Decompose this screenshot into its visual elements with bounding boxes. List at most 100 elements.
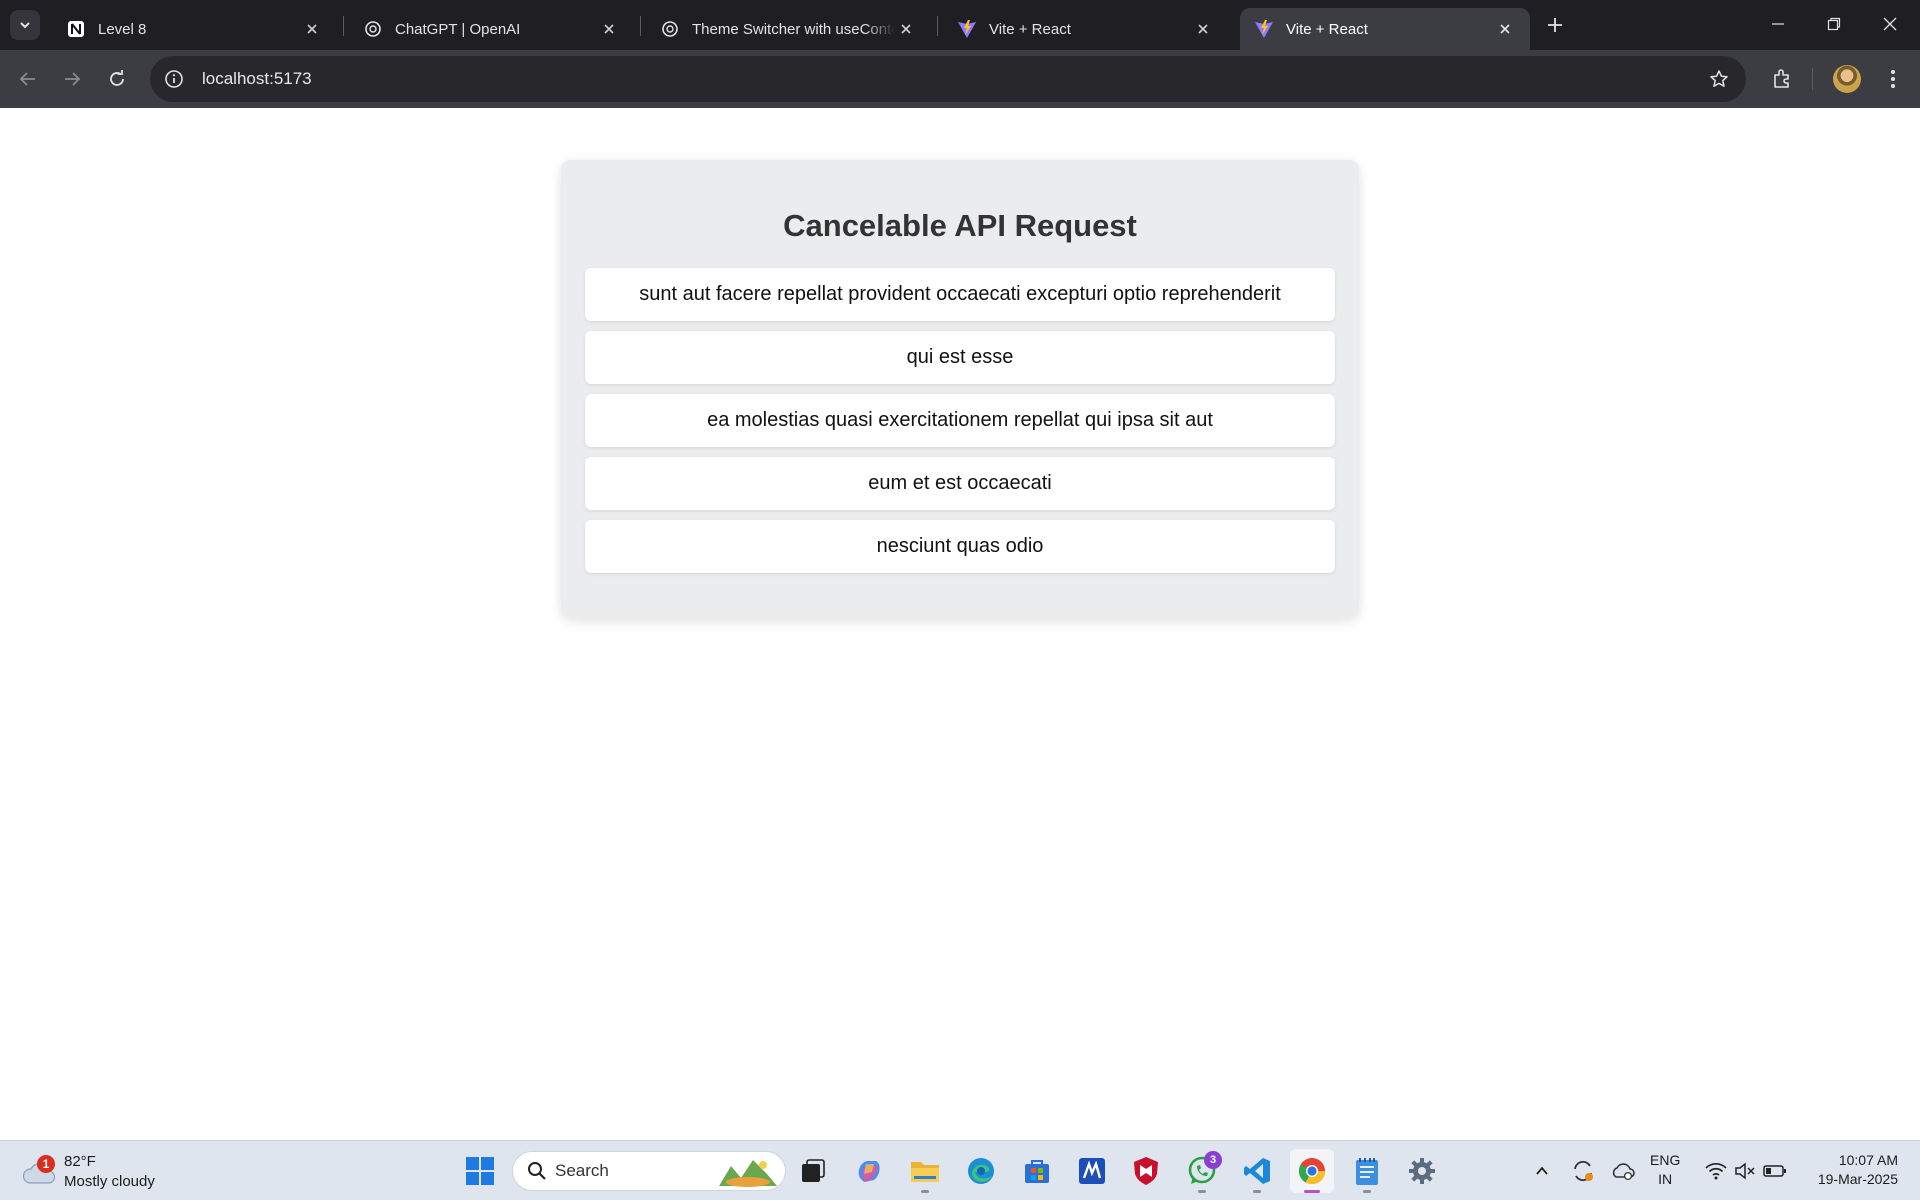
vscode-icon: [1244, 1158, 1270, 1184]
task-view-button[interactable]: [791, 1149, 835, 1193]
address-bar[interactable]: localhost:5173: [150, 56, 1746, 102]
sync-icon: [1574, 1160, 1593, 1182]
store-button[interactable]: [1015, 1149, 1059, 1193]
onedrive-tray-icon[interactable]: [1610, 1155, 1636, 1187]
tab-title: Theme Switcher with useContext: [692, 20, 895, 38]
notepad-icon: [1356, 1158, 1378, 1185]
whatsapp-button[interactable]: 3: [1180, 1149, 1224, 1193]
tab-title: ChatGPT | OpenAI: [395, 20, 521, 38]
post-item: sunt aut facere repellat provident occae…: [585, 268, 1335, 321]
url-text[interactable]: localhost:5173: [202, 69, 312, 89]
gear-icon: [1409, 1158, 1435, 1184]
close-icon[interactable]: [1494, 18, 1516, 40]
site-info-icon[interactable]: [154, 59, 194, 99]
store-icon: [1025, 1160, 1049, 1183]
close-icon[interactable]: [301, 18, 323, 40]
extensions-button[interactable]: [1764, 61, 1800, 97]
power-automate-icon: [1079, 1158, 1105, 1184]
search-highlight-icon: [719, 1160, 777, 1187]
edge-button[interactable]: [959, 1149, 1003, 1193]
chevron-down-icon: [20, 22, 30, 29]
notification-badge: 3: [1204, 1151, 1222, 1169]
posts-card: Cancelable API Request sunt aut facere r…: [561, 160, 1359, 618]
settings-button[interactable]: [1400, 1149, 1444, 1193]
tab-chatgpt[interactable]: ChatGPT | OpenAI: [349, 8, 634, 50]
browser-menu-button[interactable]: [1875, 61, 1911, 97]
tab-theme-switcher[interactable]: Theme Switcher with useContext: [646, 8, 931, 50]
taskbar-search[interactable]: Search: [512, 1151, 786, 1191]
openai-icon: [363, 19, 383, 39]
language-code: ENG: [1650, 1152, 1681, 1168]
close-window-button[interactable]: [1862, 0, 1918, 48]
volume-tray-icon[interactable]: [1734, 1155, 1756, 1187]
windows-logo-icon: [466, 1157, 494, 1185]
minimize-button[interactable]: [1750, 0, 1806, 48]
close-icon[interactable]: [895, 18, 917, 40]
close-icon[interactable]: [598, 18, 620, 40]
post-list: sunt aut facere repellat provident occae…: [585, 268, 1335, 583]
chrome-icon: [1298, 1158, 1326, 1185]
chrome-button[interactable]: [1290, 1149, 1334, 1193]
tab-level-8[interactable]: Level 8: [52, 8, 337, 50]
vite-icon: [957, 19, 977, 39]
show-hidden-icons-button[interactable]: [1531, 1155, 1553, 1187]
mcafee-button[interactable]: [1124, 1149, 1168, 1193]
close-icon: [1883, 17, 1897, 31]
post-item: eum et est occaecati: [585, 457, 1335, 510]
avatar: [1833, 65, 1861, 93]
reload-icon: [110, 70, 124, 86]
profile-button[interactable]: [1829, 61, 1865, 97]
volume-muted-icon: [1735, 1162, 1755, 1180]
toolbar-divider: [1812, 68, 1813, 90]
system-clock[interactable]: 10:07 AM 19-Mar-2025: [1800, 1151, 1898, 1189]
restore-icon: [1827, 17, 1841, 31]
tab-vite-react-active[interactable]: Vite + React: [1240, 8, 1530, 50]
running-indicator: [921, 1190, 929, 1193]
reload-button[interactable]: [99, 61, 135, 97]
tab-divider: [343, 16, 344, 36]
notepad-button[interactable]: [1345, 1149, 1389, 1193]
vscode-button[interactable]: [1235, 1149, 1279, 1193]
forward-button[interactable]: [54, 61, 90, 97]
more-vertical-icon: [1891, 70, 1895, 88]
arrow-right-icon: [65, 72, 81, 86]
tab-title: Vite + React: [1286, 20, 1368, 38]
language-indicator[interactable]: ENG IN: [1650, 1151, 1680, 1189]
tab-vite-react[interactable]: Vite + React: [943, 8, 1228, 50]
minimize-icon: [1772, 23, 1784, 25]
weather-widget[interactable]: 1 82°F Mostly cloudy: [20, 1149, 170, 1193]
tab-divider: [640, 16, 641, 36]
wifi-icon: [1705, 1162, 1727, 1180]
battery-tray-icon[interactable]: [1763, 1155, 1787, 1187]
notification-badge: 1: [37, 1155, 55, 1173]
copilot-button[interactable]: [847, 1149, 891, 1193]
plus-icon: [1548, 18, 1562, 32]
battery-icon: [1763, 1165, 1786, 1177]
page-title: Cancelable API Request: [783, 208, 1137, 243]
running-indicator: [1304, 1190, 1320, 1193]
tab-divider: [937, 16, 938, 36]
start-button[interactable]: [458, 1149, 502, 1193]
bookmark-star-icon[interactable]: [1706, 66, 1732, 92]
weather-description: Mostly cloudy: [64, 1173, 155, 1190]
post-item: ea molestias quasi exercitationem repell…: [585, 394, 1335, 447]
cloud-sync-icon: [1612, 1163, 1635, 1181]
new-tab-button[interactable]: [1541, 11, 1569, 39]
restore-button[interactable]: [1806, 0, 1862, 48]
clock-time: 10:07 AM: [1838, 1152, 1898, 1168]
search-label: Search: [555, 1161, 609, 1180]
running-indicator: [1253, 1190, 1261, 1193]
browser-toolbar: localhost:5173: [0, 50, 1920, 108]
wifi-tray-icon[interactable]: [1705, 1155, 1727, 1187]
close-icon[interactable]: [1192, 18, 1214, 40]
file-explorer-button[interactable]: [903, 1149, 947, 1193]
chevron-up-icon: [1536, 1166, 1548, 1175]
back-button[interactable]: [10, 61, 46, 97]
sync-tray-icon[interactable]: [1570, 1155, 1596, 1187]
notion-icon: [66, 19, 86, 39]
arrow-left-icon: [19, 72, 35, 86]
search-icon: [528, 1162, 546, 1180]
app-button-m[interactable]: [1070, 1149, 1114, 1193]
openai-icon: [660, 19, 680, 39]
tab-search-button[interactable]: [10, 10, 40, 40]
